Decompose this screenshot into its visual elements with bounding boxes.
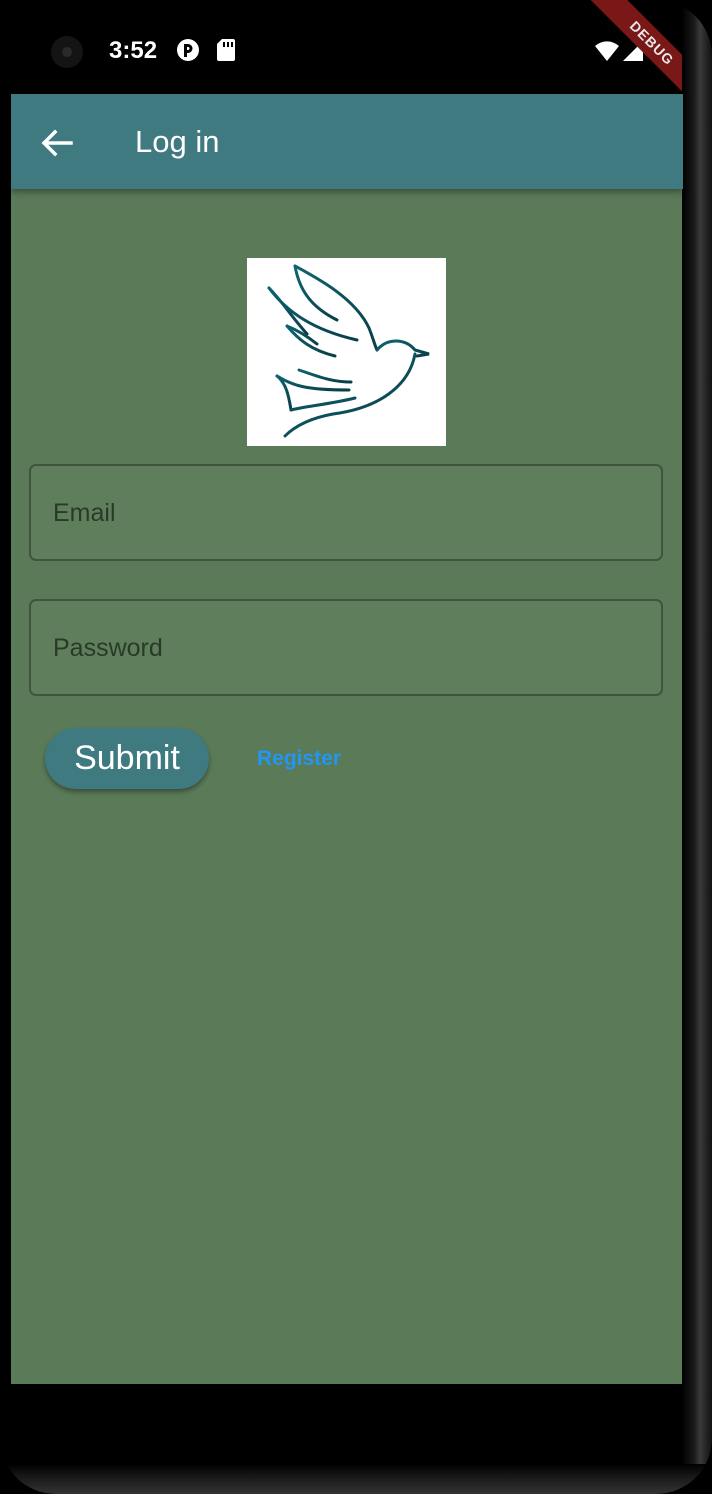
login-form: Submit Register bbox=[11, 189, 683, 1384]
device-frame-bottom bbox=[0, 1464, 712, 1494]
password-field[interactable] bbox=[29, 599, 663, 696]
password-input[interactable] bbox=[51, 601, 645, 696]
register-link[interactable]: Register bbox=[257, 746, 341, 772]
email-field[interactable] bbox=[29, 464, 663, 561]
back-button[interactable] bbox=[33, 119, 81, 167]
submit-button[interactable]: Submit bbox=[45, 728, 209, 789]
camera-lens bbox=[62, 47, 72, 57]
page-title: Log in bbox=[135, 124, 220, 159]
device-screen: 3:52 DEBUG Log in Email Submit Register bbox=[0, 0, 712, 1494]
status-time: 3:52 bbox=[109, 37, 158, 64]
device-frame-edge bbox=[682, 0, 712, 1494]
status-bar: 3:52 bbox=[11, 0, 683, 94]
front-camera bbox=[51, 36, 83, 68]
wifi-icon bbox=[594, 40, 620, 67]
app-bar: Log in bbox=[11, 94, 683, 189]
sd-card-icon bbox=[216, 38, 236, 67]
pocket-casts-icon bbox=[176, 38, 200, 67]
arrow-back-icon bbox=[41, 129, 73, 157]
app-logo bbox=[247, 258, 446, 446]
system-nav-bar bbox=[11, 1384, 683, 1464]
dove-icon bbox=[267, 264, 430, 438]
email-input[interactable] bbox=[51, 466, 645, 561]
